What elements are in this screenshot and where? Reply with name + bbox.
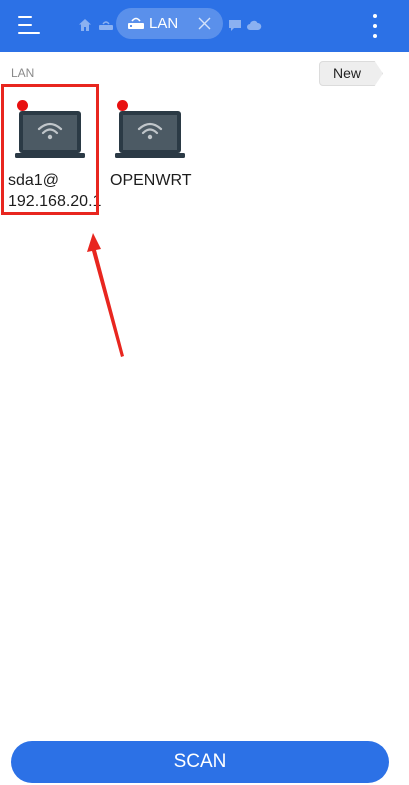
menu-icon[interactable]: [14, 12, 44, 40]
more-vert-icon[interactable]: [366, 12, 384, 40]
tab-lan[interactable]: LAN: [116, 8, 223, 39]
new-button[interactable]: New: [319, 61, 383, 86]
chat-icon[interactable]: [227, 17, 243, 33]
tab-label: LAN: [149, 15, 179, 32]
device-label: sda1@ 192.168.20.1: [8, 172, 102, 210]
home-icon[interactable]: [77, 17, 93, 33]
device-label: OPENWRT: [110, 172, 192, 189]
router-icon: [128, 17, 144, 29]
app-bar: LAN: [0, 0, 409, 52]
laptop-wifi-icon: [15, 111, 85, 158]
laptop-wifi-icon: [115, 111, 185, 158]
cloud-icon[interactable]: [246, 17, 262, 33]
device-item[interactable]: sda1@ 192.168.20.1: [0, 90, 104, 220]
router-icon[interactable]: [98, 17, 114, 33]
section-label: LAN: [11, 66, 35, 80]
close-icon[interactable]: [196, 15, 213, 32]
device-item[interactable]: OPENWRT: [104, 90, 208, 220]
scan-button[interactable]: SCAN: [11, 741, 389, 783]
